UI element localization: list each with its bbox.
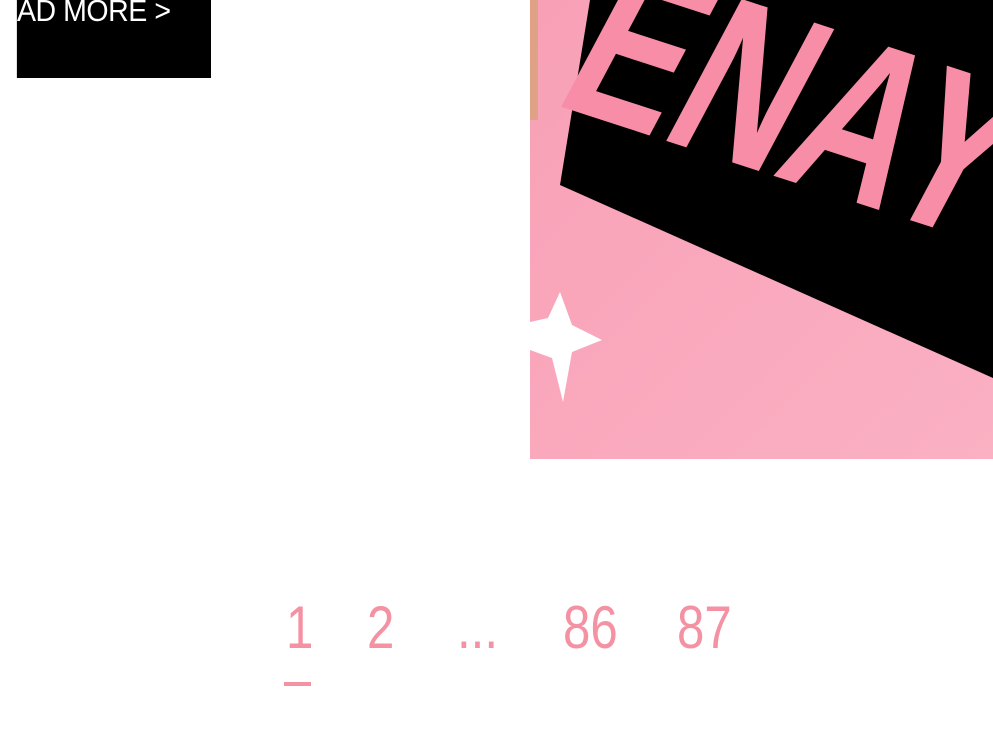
page-2-link[interactable]: 2 (367, 596, 394, 660)
pagination: 1 2 ... 86 87 (0, 596, 993, 696)
page-87-link[interactable]: 87 (677, 596, 732, 660)
read-more-label: AD MORE > (16, 0, 171, 28)
page-1-link: 1 (286, 594, 314, 661)
current-page-indicator (284, 682, 311, 686)
page-86-link[interactable]: 86 (563, 596, 618, 660)
pagination-ellipsis: ... (457, 594, 499, 661)
read-more-button[interactable]: AD MORE > (16, 0, 211, 78)
featured-image-art: ENAY (530, 0, 993, 459)
featured-image[interactable]: ENAY (530, 0, 993, 459)
page: AD MORE > ENAY 1 2 ... 86 87 (0, 0, 993, 755)
